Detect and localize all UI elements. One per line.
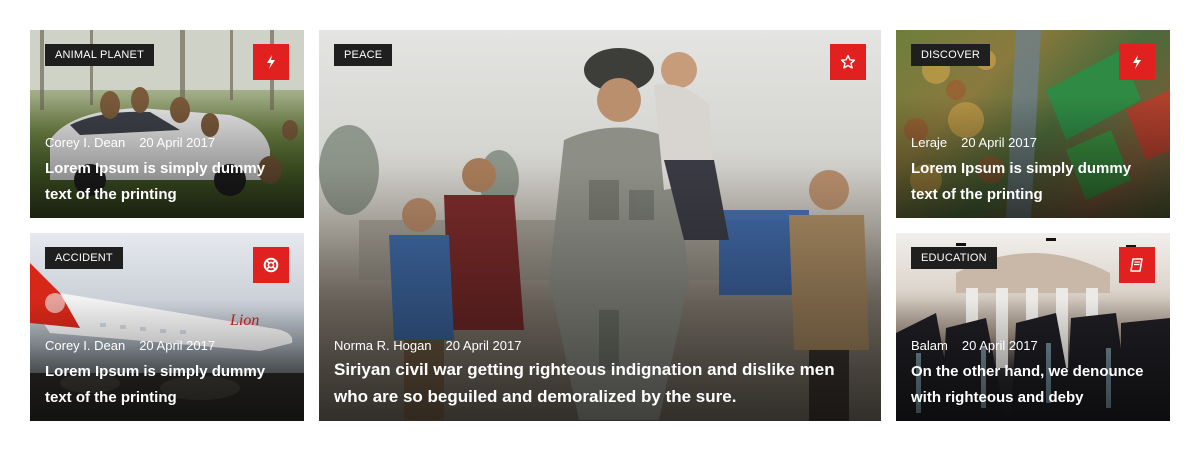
news-card-accident[interactable]: Lion ACCIDENT Corey I. Dean20 April 2017… xyxy=(30,233,304,421)
author-name[interactable]: Balam xyxy=(911,338,948,353)
lightning-icon[interactable] xyxy=(253,44,289,80)
post-meta: Corey I. Dean 20 April 2017 xyxy=(45,338,215,353)
post-date: 20 April 2017 xyxy=(139,135,216,150)
author-name[interactable]: Corey I. Dean xyxy=(45,338,125,353)
post-date: 20 April 2017 xyxy=(445,338,522,353)
post-date: 20 April 2017 xyxy=(961,338,1038,353)
post-title[interactable]: On the other hand, we denounce with righ… xyxy=(911,359,1158,411)
post-title[interactable]: Lorem Ipsum is simply dummy text of the … xyxy=(45,359,292,411)
category-badge[interactable]: EDUCATION xyxy=(911,247,997,269)
post-title[interactable]: Siriyan civil war getting righteous indi… xyxy=(334,356,851,410)
book-icon[interactable] xyxy=(1119,247,1155,283)
news-card-education[interactable]: EDUCATION Balam 20 April 2017 On the othe… xyxy=(896,233,1170,421)
lightning-icon[interactable] xyxy=(1119,44,1155,80)
news-card-animal-planet[interactable]: ANIMAL PLANET Corey I. Dean 20 April 2017… xyxy=(30,30,304,218)
post-meta: Corey I. Dean 20 April 2017 xyxy=(45,135,215,150)
category-badge[interactable]: ACCIDENT xyxy=(45,247,123,269)
post-meta: Norma R. Hogan 20 April 2017 xyxy=(334,338,521,353)
post-title[interactable]: Lorem Ipsum is simply dummy text of the … xyxy=(45,156,292,208)
news-card-discover[interactable]: DISCOVER Leraje 20 April 2017 Lorem Ipsum… xyxy=(896,30,1170,218)
star-icon[interactable] xyxy=(830,44,866,80)
news-card-peace[interactable]: PEACE Norma R. Hogan 20 April 2017 Siriya… xyxy=(319,30,881,421)
post-date: 20 April 2017 xyxy=(139,338,216,353)
category-badge[interactable]: ANIMAL PLANET xyxy=(45,44,154,66)
category-badge[interactable]: PEACE xyxy=(334,44,393,66)
author-name[interactable]: Norma R. Hogan xyxy=(334,338,432,353)
post-date: 20 April 2017 xyxy=(961,135,1038,150)
category-badge[interactable]: DISCOVER xyxy=(911,44,991,66)
author-name[interactable]: Leraje xyxy=(911,135,947,150)
post-meta: Balam 20 April 2017 xyxy=(911,338,1038,353)
post-meta: Leraje 20 April 2017 xyxy=(911,135,1037,150)
post-title[interactable]: Lorem Ipsum is simply dummy text of the … xyxy=(911,156,1158,208)
lifebuoy-icon[interactable] xyxy=(253,247,289,283)
author-name[interactable]: Corey I. Dean xyxy=(45,135,125,150)
